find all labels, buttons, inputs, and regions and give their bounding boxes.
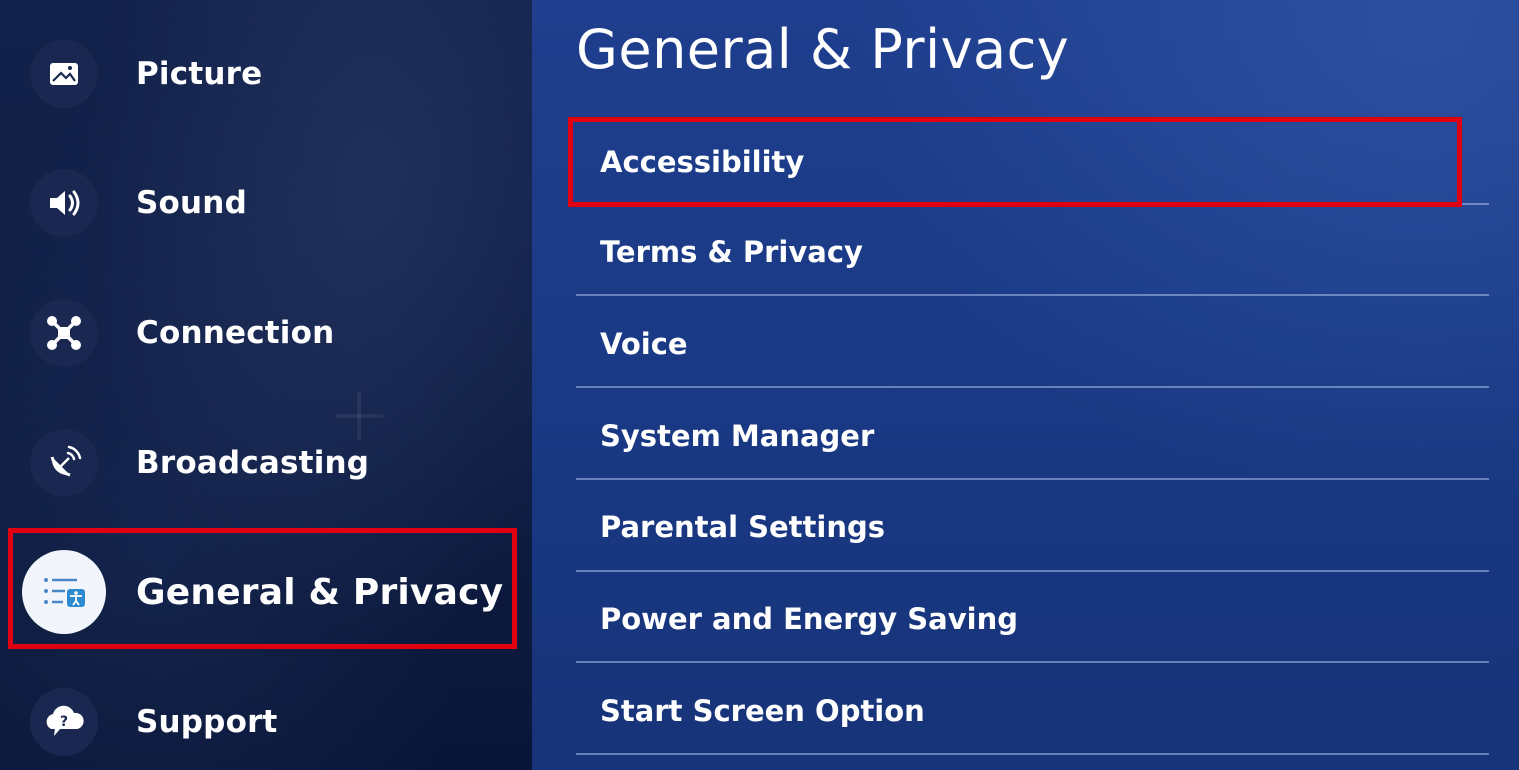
sidebar-item-connection[interactable]: Connection: [0, 277, 532, 389]
menu-item-label: Parental Settings: [600, 510, 886, 544]
page-title: General & Privacy: [576, 18, 1070, 81]
sidebar-item-label: Support: [136, 704, 278, 740]
general-privacy-panel: General & Privacy Accessibility Terms & …: [532, 0, 1519, 770]
menu-item-label: Start Screen Option: [600, 694, 925, 728]
menu-item-power-energy-saving[interactable]: Power and Energy Saving: [576, 573, 1489, 665]
sidebar-item-label: Picture: [136, 56, 263, 92]
menu-item-label: Terms & Privacy: [600, 235, 863, 269]
sidebar-selection-highlight: [8, 528, 517, 649]
menu-item-label: Power and Energy Saving: [600, 602, 1018, 636]
menu-divider: [576, 661, 1489, 663]
menu-divider: [576, 386, 1489, 388]
sidebar-item-label: Broadcasting: [136, 445, 370, 481]
menu-divider: [576, 478, 1489, 480]
menu-item-voice[interactable]: Voice: [576, 298, 1489, 390]
sidebar-item-label: Connection: [136, 315, 335, 351]
accessibility-selection-highlight: [568, 117, 1462, 207]
sidebar-item-support[interactable]: ? Support: [0, 666, 532, 770]
sidebar-item-broadcasting[interactable]: Broadcasting: [0, 407, 532, 519]
menu-item-system-manager[interactable]: System Manager: [576, 390, 1489, 482]
sidebar-item-sound[interactable]: Sound: [0, 147, 532, 259]
menu-item-terms-privacy[interactable]: Terms & Privacy: [576, 206, 1489, 298]
satellite-dish-icon: [30, 429, 98, 497]
menu-divider: [576, 294, 1489, 296]
speaker-icon: [30, 169, 98, 237]
help-cloud-icon: ?: [30, 688, 98, 756]
picture-icon: [30, 40, 98, 108]
svg-text:?: ?: [60, 714, 68, 730]
menu-item-parental-settings[interactable]: Parental Settings: [576, 481, 1489, 573]
settings-sidebar: Picture Sound Connection Broadcasting Ge…: [0, 0, 532, 770]
menu-item-label: Voice: [600, 327, 688, 361]
menu-divider: [576, 753, 1489, 755]
menu-item-label: System Manager: [600, 419, 875, 453]
menu-divider: [576, 570, 1489, 572]
sidebar-item-picture[interactable]: Picture: [0, 18, 532, 130]
sidebar-item-label: Sound: [136, 185, 247, 221]
network-icon: [30, 299, 98, 367]
menu-item-start-screen-option[interactable]: Start Screen Option: [576, 665, 1489, 757]
tv-settings-screen: Picture Sound Connection Broadcasting Ge…: [0, 0, 1519, 770]
